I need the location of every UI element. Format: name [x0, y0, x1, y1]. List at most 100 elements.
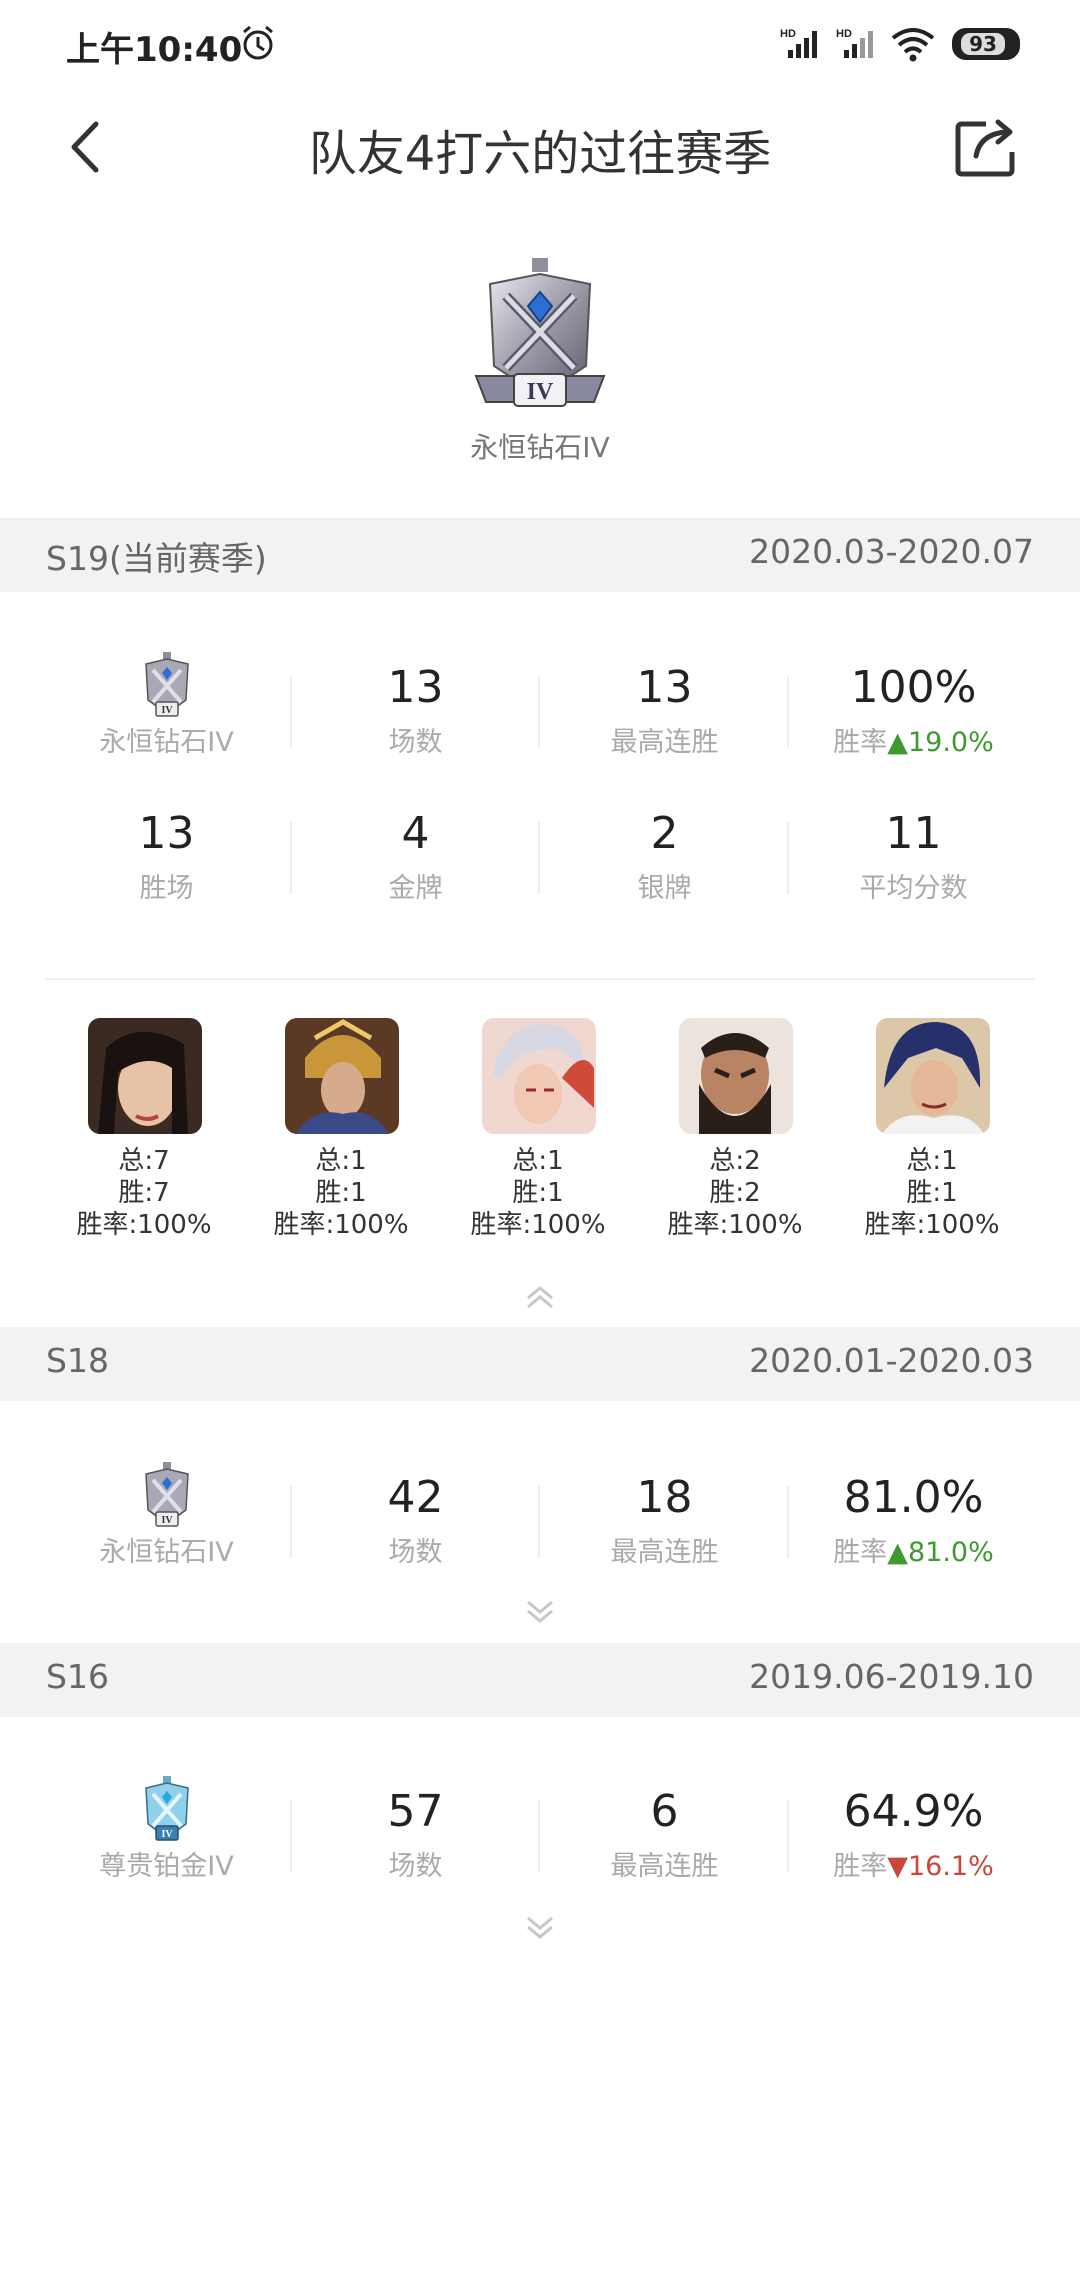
season-date-range: 2020.03-2020.07: [749, 532, 1034, 571]
streak-stat: 18 最高连胜: [540, 1472, 789, 1592]
gold-label: 金牌: [388, 873, 443, 904]
gold-stat: 4 金牌: [291, 808, 540, 928]
avg-score-label: 平均分数: [859, 873, 968, 904]
hero-portrait: [482, 1018, 596, 1134]
trend-up-icon: ▲: [887, 727, 908, 758]
winrate-value: 64.9%: [843, 1786, 984, 1837]
winrate-label-row: 胜率▼16.1%: [789, 1844, 1038, 1883]
streak-label: 最高连胜: [610, 727, 719, 758]
hero-portrait: [285, 1018, 399, 1134]
hero-portrait: [876, 1018, 990, 1134]
rank-label: 尊贵铂金IV: [99, 1851, 234, 1882]
hero-winrate: 胜率:100%: [667, 1210, 803, 1240]
chevron-up-icon[interactable]: [522, 1282, 558, 1312]
hero-portrait: [679, 1018, 793, 1134]
streak-stat: 6 最高连胜: [540, 1786, 789, 1906]
svg-text:HD: HD: [780, 28, 796, 40]
hero-portrait: [88, 1018, 202, 1134]
season-name: S18: [46, 1341, 109, 1380]
rank-badge-icon: IV: [145, 1776, 189, 1841]
season-date-range: 2020.01-2020.03: [749, 1341, 1034, 1380]
streak-value: 6: [650, 1786, 679, 1837]
chevron-down-icon[interactable]: [522, 1596, 558, 1626]
svg-text:IV: IV: [161, 1515, 173, 1526]
hero-winrate: 胜率:100%: [470, 1210, 606, 1240]
share-icon[interactable]: [952, 114, 1022, 180]
winrate-stat: 64.9% 胜率▼16.1%: [789, 1786, 1038, 1906]
winrate-value: 81.0%: [843, 1472, 984, 1523]
season-rank: IV 尊贵铂金IV: [42, 1776, 291, 1906]
wins-value: 13: [138, 808, 195, 859]
season-header-s19[interactable]: S19(当前赛季) 2020.03-2020.07: [0, 518, 1080, 592]
svg-text:HD: HD: [836, 28, 852, 40]
season-rank: IV 永恒钻石IV: [42, 1462, 291, 1592]
games-label: 场数: [388, 727, 443, 758]
winrate-stat: 81.0% 胜率▲81.0%: [789, 1472, 1038, 1592]
games-stat: 13 场数: [291, 662, 540, 782]
page-title: 队友4打六的过往赛季: [308, 126, 772, 182]
rank-badge-icon: IV: [145, 652, 189, 717]
silver-label: 银牌: [637, 873, 692, 904]
signal-icon: HD: [780, 28, 817, 58]
season-date-range: 2019.06-2019.10: [749, 1657, 1034, 1696]
streak-value: 13: [636, 662, 693, 713]
alarm-icon: [243, 25, 273, 60]
streak-stat: 13 最高连胜: [540, 662, 789, 782]
games-value: 57: [387, 1786, 444, 1837]
rank-badge-icon: IV: [145, 1462, 189, 1527]
streak-value: 18: [636, 1472, 693, 1523]
winrate-label: 胜率: [833, 727, 888, 758]
games-value: 42: [387, 1472, 444, 1523]
svg-text:IV: IV: [527, 379, 554, 405]
winrate-delta: 19.0%: [907, 727, 994, 758]
season-rank: IV 永恒钻石IV: [42, 652, 291, 782]
hero-winrate: 胜率:100%: [864, 1210, 1000, 1240]
season-stats-row: IV 尊贵铂金IV 57 场数 6 最高连胜 64.9% 胜率▼16.1%: [0, 1776, 1080, 1906]
divider: [46, 978, 1034, 980]
winrate-value: 100%: [850, 662, 977, 713]
wins-label: 胜场: [139, 873, 194, 904]
avg-score-stat: 11 平均分数: [789, 808, 1038, 928]
games-label: 场数: [388, 1537, 443, 1568]
season-stats-row: IV 永恒钻石IV 13 场数 13 最高连胜 100% 胜率▲19.0%: [0, 652, 1080, 782]
battery-indicator: 93: [952, 28, 1020, 60]
back-icon[interactable]: [60, 114, 120, 180]
games-stat: 57 场数: [291, 1786, 540, 1906]
streak-label: 最高连胜: [610, 1851, 719, 1882]
status-bar: 上午10:40 HD HD 93: [0, 0, 1080, 88]
winrate-label-row: 胜率▲81.0%: [789, 1530, 1038, 1569]
winrate-delta: 81.0%: [907, 1537, 994, 1568]
winrate-label: 胜率: [833, 1851, 888, 1882]
winrate-stat: 100% 胜率▲19.0%: [789, 662, 1038, 782]
avg-score-value: 11: [885, 808, 942, 859]
chevron-down-icon[interactable]: [522, 1912, 558, 1942]
rank-label: 永恒钻石IV: [99, 727, 234, 758]
wifi-icon: [891, 28, 935, 62]
signal-icon: HD: [836, 28, 873, 58]
trend-down-icon: ▼: [887, 1851, 908, 1882]
winrate-label: 胜率: [833, 1537, 888, 1568]
rank-badge-icon: IV: [474, 258, 606, 407]
current-rank-label: 永恒钻石IV: [470, 431, 610, 464]
winrate-delta: 16.1%: [907, 1851, 994, 1882]
games-label: 场数: [388, 1851, 443, 1882]
season-header-s16[interactable]: S16 2019.06-2019.10: [0, 1643, 1080, 1717]
season-stats-row-2: 13 胜场 4 金牌 2 银牌 11 平均分数: [0, 808, 1080, 928]
status-time: 上午10:40: [66, 30, 243, 70]
season-name: S16: [46, 1657, 109, 1696]
current-rank: IV 永恒钻石IV: [0, 250, 1080, 470]
season-name: S19(当前赛季): [46, 539, 267, 578]
rank-label: 永恒钻石IV: [99, 1537, 234, 1568]
battery-level: 93: [961, 33, 1005, 55]
svg-text:IV: IV: [161, 1829, 173, 1840]
season-stats-row: IV 永恒钻石IV 42 场数 18 最高连胜 81.0% 胜率▲81.0%: [0, 1462, 1080, 1592]
season-header-s18[interactable]: S18 2020.01-2020.03: [0, 1327, 1080, 1401]
wins-stat: 13 胜场: [42, 808, 291, 928]
winrate-label-row: 胜率▲19.0%: [789, 720, 1038, 759]
silver-stat: 2 银牌: [540, 808, 789, 928]
streak-label: 最高连胜: [610, 1537, 719, 1568]
silver-value: 2: [650, 808, 679, 859]
games-value: 13: [387, 662, 444, 713]
svg-text:IV: IV: [161, 705, 173, 716]
gold-value: 4: [401, 808, 430, 859]
